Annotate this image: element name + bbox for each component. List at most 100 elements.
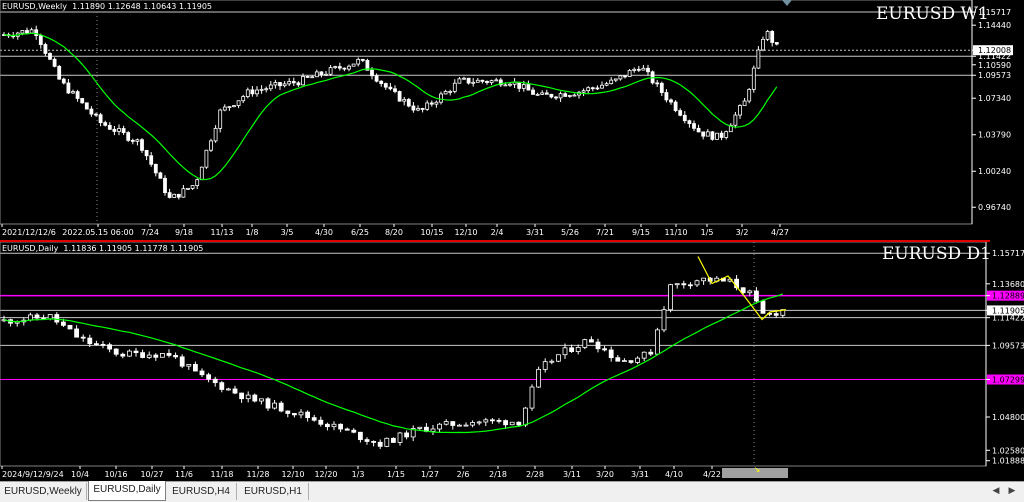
bull-candle — [268, 84, 273, 90]
bull-candle — [186, 187, 190, 190]
bear-candle — [278, 402, 284, 412]
bear-candle — [770, 30, 775, 43]
scroll-right-icon[interactable]: ▶ — [1006, 485, 1018, 498]
bull-candle — [29, 29, 34, 34]
time-axis-label: 10/27 — [140, 470, 163, 479]
scroll-left-icon[interactable]: ◀ — [990, 485, 1002, 498]
bear-candle — [655, 82, 660, 85]
bear-candle — [52, 58, 57, 67]
daily-chart-canvas[interactable]: 1.157171.136801.128891.119051.114221.095… — [0, 242, 1024, 480]
time-axis-label: 12/10 — [281, 470, 304, 479]
bear-candle — [754, 290, 759, 302]
bull-candle — [668, 284, 673, 311]
time-axis-label: 10/4 — [71, 470, 89, 479]
time-axis-label: 3/11 — [563, 470, 581, 479]
plot-border — [0, 0, 973, 225]
bear-candle — [351, 429, 357, 433]
time-axis-label: 2024/9/12/9/24 — [2, 470, 64, 479]
chart-tab-bar: EURUSD,Weekly EURUSD,Daily EURUSD,H4 EUR… — [0, 481, 1024, 502]
bear-candle — [149, 155, 154, 165]
bull-candle — [437, 423, 443, 430]
bear-candle — [192, 363, 198, 372]
bull-candle — [416, 108, 420, 111]
time-axis-label: 1/8 — [246, 228, 259, 237]
bull-candle — [655, 329, 660, 355]
bear-candle — [379, 80, 384, 84]
bull-candle — [483, 419, 489, 423]
bear-candle — [173, 355, 179, 358]
bear-candle — [153, 163, 158, 174]
bear-candle — [687, 120, 692, 124]
bear-candle — [628, 360, 634, 363]
bull-candle — [765, 30, 770, 40]
tab-eurusd-weekly[interactable]: EURUSD,Weekly — [0, 483, 87, 500]
price-axis-label: 1.09573 — [992, 341, 1024, 350]
bear-candle — [133, 350, 139, 354]
daily-chart-pane[interactable]: 1.15717 1.13680 1.12889 1.11905 1.11422 1.095… — [0, 242, 1024, 480]
time-axis-label: 4/30 — [315, 228, 333, 237]
bull-candle — [443, 421, 449, 425]
time-axis-label: 8/20 — [385, 228, 403, 237]
weekly-moving-average — [3, 32, 778, 181]
time-axis-label: 3/31 — [526, 228, 544, 237]
bear-candle — [673, 101, 678, 111]
bull-candle — [761, 38, 765, 51]
time-axis-label: 9/18 — [175, 228, 193, 237]
bear-candle — [318, 419, 324, 425]
time-axis-label: 9/15 — [632, 228, 650, 237]
bull-candle — [351, 63, 356, 67]
bear-candle — [158, 172, 163, 179]
bull-candle — [195, 179, 200, 186]
bear-candle — [140, 139, 144, 151]
bull-candle — [641, 351, 647, 359]
bull-candle — [127, 350, 132, 357]
plot-border — [0, 242, 987, 467]
bear-candle — [602, 348, 607, 351]
bear-candle — [569, 347, 574, 352]
bull-candle — [542, 361, 548, 370]
bull-candle — [356, 58, 361, 65]
price-axis-label: 0.96740 — [978, 203, 1011, 212]
bear-candle — [664, 92, 669, 101]
bear-candle — [615, 357, 621, 362]
bull-candle — [747, 290, 753, 294]
time-axis-label: 2022.05.15 06:00 — [62, 228, 133, 237]
bull-candle — [397, 432, 403, 443]
bear-candle — [740, 287, 746, 294]
bull-candle — [310, 76, 315, 79]
bear-candle — [112, 128, 117, 132]
bear-candle — [94, 343, 99, 346]
tab-eurusd-daily[interactable]: EURUSD,Daily — [88, 481, 166, 501]
price-axis-label: 1.13680 — [992, 280, 1024, 289]
bull-candle — [255, 89, 259, 95]
bull-candle — [218, 109, 223, 129]
bear-candle — [67, 324, 73, 330]
bull-candle — [536, 368, 541, 388]
bear-candle — [681, 283, 687, 286]
bear-candle — [397, 91, 402, 102]
bull-candle — [586, 87, 591, 92]
price-axis-label: 1.09573 — [978, 71, 1011, 80]
bear-candle — [406, 99, 411, 107]
bull-candle — [613, 78, 618, 81]
bull-candle — [282, 83, 287, 87]
bull-candle — [494, 79, 499, 82]
price-axis-label: 1.03790 — [978, 131, 1011, 140]
bull-candle — [146, 354, 152, 358]
bull-candle — [529, 386, 535, 409]
bull-candle — [470, 422, 476, 426]
bull-candle — [724, 131, 729, 138]
tab-eurusd-h1[interactable]: EURUSD,H1 — [238, 483, 309, 500]
bear-candle — [516, 421, 522, 426]
weekly-chart-pane[interactable]: 1.15717 1.14440 1.12008 1.11422 1.10590 1.095… — [0, 0, 1024, 238]
bull-candle — [457, 78, 462, 84]
bear-candle — [219, 382, 225, 390]
bear-candle — [305, 76, 310, 78]
daily-ohlc-info: EURUSD,Daily 1.11836 1.11905 1.11778 1.1… — [2, 244, 204, 253]
time-axis-label: 3/2 — [736, 228, 749, 237]
bear-candle — [337, 66, 342, 69]
weekly-chart-canvas[interactable]: 1.157171.144401.120081.114221.105901.095… — [0, 0, 1024, 238]
bear-candle — [126, 132, 131, 141]
bear-candle — [74, 328, 79, 338]
tab-eurusd-h4[interactable]: EURUSD,H4 — [166, 483, 237, 500]
